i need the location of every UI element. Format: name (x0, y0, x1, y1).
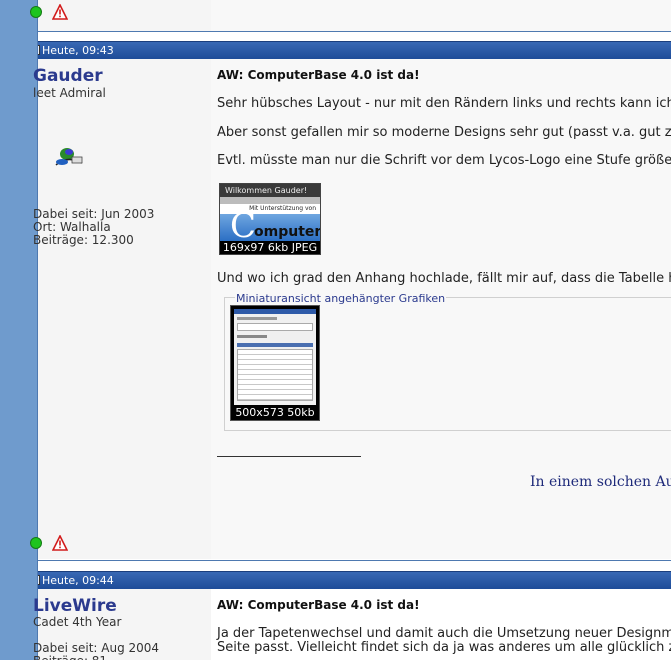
post-paragraph: Sehr hübsches Layout - nur mit den Rände… (217, 96, 671, 111)
post-user-column (37, 59, 211, 559)
thumbnail-caption: 169x97 6kb JPEG (222, 241, 318, 254)
report-post-icon[interactable] (52, 535, 68, 551)
post-paragraph: Seite passt. Vielleicht findet sich da j… (217, 640, 671, 655)
post-header-bar: Heute, 09:43 (33, 41, 671, 59)
attachment-caption: 500x573 50kb (235, 406, 315, 419)
post-date: Heute, 09:44 (42, 574, 114, 587)
post-username[interactable]: Gauder (33, 66, 103, 86)
user-rank: leet Admiral (33, 86, 106, 100)
thumbnail-logo-text: omputer (254, 224, 321, 240)
post-paragraph: Aber sonst gefallen mir so moderne Desig… (217, 125, 671, 140)
thumbnail-logo-letter: C (230, 206, 257, 246)
thumbnail-support-text: Mit Unterstützung von (249, 205, 316, 212)
thumbnail-welcome-text: Wilkommen Gauder! (225, 186, 308, 195)
inline-image-thumbnail[interactable]: Wilkommen Gauder! Mit Unterstützung von … (219, 183, 321, 255)
attachments-legend: Miniaturansicht angehängter Grafiken (235, 292, 447, 305)
user-avatar (55, 148, 83, 166)
post-date: Heute, 09:43 (42, 44, 114, 57)
prev-post-content-column (211, 0, 671, 31)
attachment-thumbnail[interactable]: 500x573 50kb (230, 305, 320, 421)
signature-text: In einem solchen Aug (530, 474, 671, 490)
user-post-count: Beiträge: 81 (33, 655, 113, 660)
signature-divider (217, 456, 361, 457)
post-separator (37, 560, 671, 561)
post-paragraph: Evtl. müsste man nur die Schrift vor dem… (217, 153, 671, 168)
report-post-icon[interactable] (52, 4, 68, 20)
user-rank: Cadet 4th Year (33, 615, 122, 629)
post-title: AW: ComputerBase 4.0 ist da! (217, 598, 420, 612)
online-status-icon (30, 6, 42, 18)
user-post-count: Beiträge: 12.300 (33, 233, 134, 247)
user-join-date: Dabei seit: Aug 2004 (33, 641, 160, 655)
post-paragraph: Ja der Tapetenwechsel und damit auch die… (217, 626, 671, 641)
post-header-bar: Heute, 09:44 (33, 571, 671, 589)
post-paragraph: Und wo ich grad den Anhang hochlade, fäl… (217, 271, 671, 286)
post-username[interactable]: LiveWire (33, 596, 117, 616)
post-title: AW: ComputerBase 4.0 ist da! (217, 68, 420, 82)
online-status-icon (30, 537, 42, 549)
post-separator (37, 31, 671, 32)
